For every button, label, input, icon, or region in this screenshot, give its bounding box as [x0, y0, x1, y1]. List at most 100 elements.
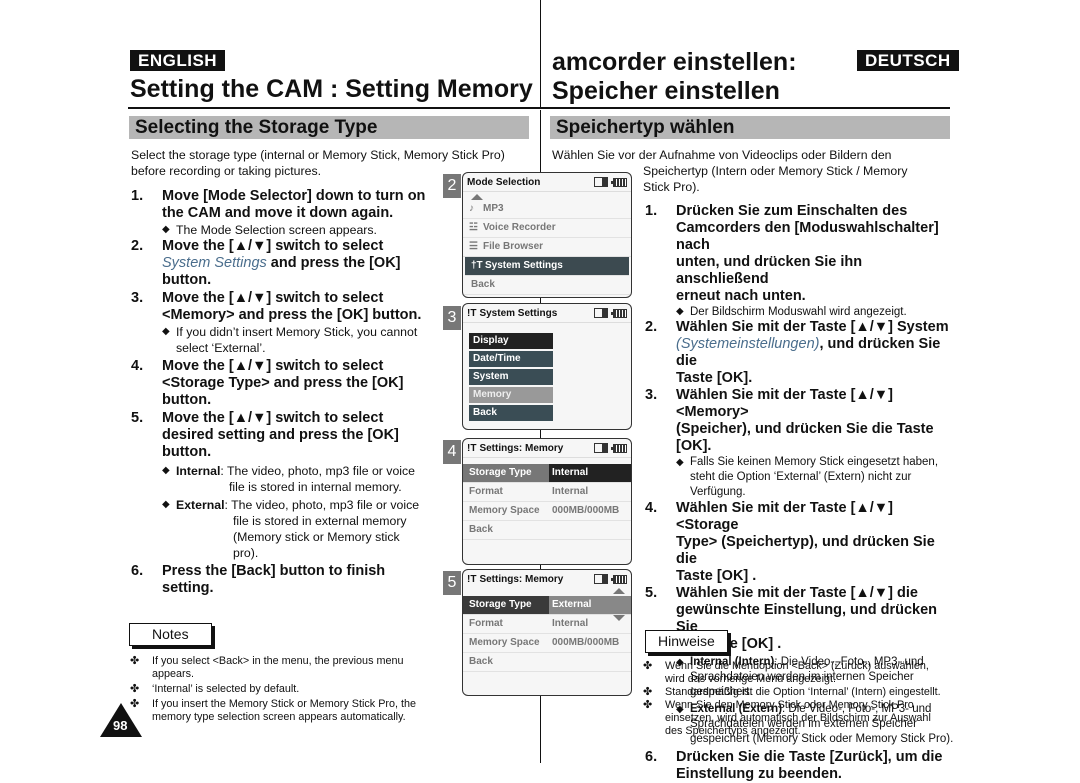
- memory-card-icon: [594, 308, 608, 318]
- system-settings-screen: !T System Settings Display Date/Time Syst…: [462, 303, 632, 430]
- step-4: 4. Move the [▲/▼] switch to select <Storag…: [131, 358, 441, 409]
- menu-label: File Browser: [483, 241, 544, 252]
- menu-term: System Settings: [162, 255, 267, 271]
- notes-label: Notes: [129, 623, 212, 646]
- step-number: 3.: [131, 290, 144, 306]
- step-number: 2.: [645, 319, 658, 335]
- diamond-bullet-icon: ◆: [676, 306, 684, 317]
- header-rule: [128, 107, 950, 109]
- notes-english: ✤ If you select <Back> in the menu, the p…: [130, 655, 440, 724]
- diamond-bullet-icon: ◆: [676, 457, 684, 468]
- memory-settings-screen-internal: !T Settings: Memory Storage Type Internal …: [462, 438, 632, 565]
- note-text: Wenn Sie den Memory Stick oder Memory St…: [665, 699, 914, 711]
- setting-value: 000MB/000MB: [552, 505, 620, 516]
- page-title-english: Setting the CAM : Setting Memory: [130, 75, 533, 103]
- setting-key: Back: [469, 656, 493, 667]
- music-note-icon: ♪: [469, 203, 474, 214]
- memory-card-icon: [594, 574, 608, 584]
- section-heading-english: Selecting the Storage Type: [129, 116, 529, 139]
- step-text: unten, und drücken Sie ihn anschließend: [676, 254, 863, 287]
- step-text: Move [Mode Selector] down to turn on: [162, 188, 426, 204]
- step-2: 2. Move the [▲/▼] switch to select System …: [131, 238, 441, 289]
- note-text: The Mode Selection screen appears.: [176, 223, 377, 237]
- step-text: Camcorders den [Moduswahlschalter] nach: [676, 220, 939, 253]
- clover-bullet-icon: ✤: [130, 655, 140, 667]
- battery-icon: [611, 308, 627, 318]
- setting-format[interactable]: Format Internal: [463, 483, 631, 502]
- german-language-tag: DEUTSCH: [857, 50, 959, 71]
- setting-key: Format: [469, 486, 503, 497]
- setting-memory-space[interactable]: Memory Space 000MB/000MB: [463, 634, 631, 653]
- battery-icon: [611, 443, 627, 453]
- up-arrow-icon[interactable]: [613, 588, 625, 594]
- setting-storage-type[interactable]: Storage Type External: [463, 596, 631, 615]
- menu-item-back[interactable]: Back: [469, 405, 553, 421]
- tools-icon: !T: [467, 442, 477, 454]
- menu-item-voice-recorder[interactable]: ☳ Voice Recorder: [463, 219, 631, 238]
- step-number: 4.: [645, 500, 658, 516]
- step-number: 4.: [131, 358, 144, 374]
- setting-value: Internal: [552, 618, 589, 629]
- step-number: 6.: [131, 563, 144, 579]
- step-text: Press the [Back] button to finish: [162, 563, 386, 579]
- setting-memory-space[interactable]: Memory Space 000MB/000MB: [463, 502, 631, 521]
- setting-key: Memory Space: [469, 505, 540, 516]
- step-text: (Speicher), und drücken Sie die Taste [O…: [676, 421, 934, 454]
- diamond-bullet-icon: ◆: [162, 499, 170, 510]
- menu-item-system-settings[interactable]: †T System Settings: [465, 257, 629, 276]
- step-text: button.: [162, 392, 212, 408]
- step-text: Move the [▲/▼] switch to select: [162, 358, 384, 374]
- menu-item-memory[interactable]: Memory: [469, 387, 553, 403]
- menu-item-date-time[interactable]: Date/Time: [469, 351, 553, 367]
- screen-step-number: 4: [443, 440, 461, 464]
- section-heading-german: Speichertyp wählen: [550, 116, 950, 139]
- note-text: select ‘External’.: [176, 341, 266, 355]
- note-text: file is stored in external memory: [233, 514, 407, 528]
- battery-icon: [611, 574, 627, 584]
- setting-value: 000MB/000MB: [552, 637, 620, 648]
- step-number: 3.: [645, 387, 658, 403]
- step-text: Einstellung zu beenden.: [676, 766, 842, 782]
- note-text: ‘Internal’ is selected by default.: [152, 683, 300, 695]
- note-text: appears.: [152, 668, 195, 680]
- diamond-bullet-icon: ◆: [162, 224, 170, 235]
- screen-step-number: 5: [443, 571, 461, 595]
- menu-term: (Systemeinstellungen): [676, 336, 820, 352]
- down-arrow-icon[interactable]: [613, 615, 625, 621]
- menu-item-display[interactable]: Display: [469, 333, 553, 349]
- note-item: ✤ If you insert the Memory Stick or Memor…: [130, 698, 440, 724]
- menu-item-back[interactable]: Back: [463, 276, 631, 295]
- tools-icon: †T: [471, 260, 483, 271]
- clover-bullet-icon: ✤: [643, 660, 653, 672]
- tools-icon: !T: [467, 573, 477, 585]
- step-text: desired setting and press the [OK]: [162, 427, 399, 443]
- intro-german: Wählen Sie vor der Aufnahme von Videocli…: [552, 147, 952, 195]
- setting-back[interactable]: Back: [463, 653, 631, 672]
- hinweise-label: Hinweise: [645, 630, 728, 653]
- note-text: memory type selection screen appears aut…: [152, 711, 406, 723]
- clover-bullet-icon: ✤: [643, 686, 653, 698]
- setting-format[interactable]: Format Internal: [463, 615, 631, 634]
- menu-item-file-browser[interactable]: ☰ File Browser: [463, 238, 631, 257]
- intro-line: Wählen Sie vor der Aufnahme von Videocli…: [552, 148, 892, 162]
- step-number: 1.: [131, 188, 144, 204]
- microphone-icon: ☳: [469, 222, 478, 233]
- note-text: einsetzen, wird automatisch der Bildschi…: [665, 712, 931, 724]
- menu-item-system[interactable]: System: [469, 369, 553, 385]
- step-text: setting.: [162, 580, 214, 596]
- note-text: If you didn’t insert Memory Stick, you c…: [176, 325, 418, 339]
- step-6: 6. Press the [Back] button to finish setti…: [131, 563, 441, 597]
- note-item: ✤ Wenn Sie den Memory Stick oder Memory S…: [643, 699, 963, 738]
- step-number: 5.: [131, 410, 144, 426]
- setting-storage-type[interactable]: Storage Type Internal: [463, 464, 631, 483]
- memory-card-icon: [594, 443, 608, 453]
- setting-back[interactable]: Back: [463, 521, 631, 540]
- setting-key: Back: [469, 524, 493, 535]
- step-1-note: ◆ Der Bildschirm Moduswahl wird angezeigt…: [645, 305, 955, 319]
- step-text: <Memory> and press the [OK] button.: [162, 307, 422, 323]
- setting-value: Internal: [549, 464, 631, 482]
- screen-step-number: 3: [443, 306, 461, 330]
- intro-line: Select the storage type (internal or Mem…: [131, 148, 505, 162]
- step-text: Type> (Speichertyp), und drücken Sie die: [676, 534, 935, 567]
- menu-item-mp3[interactable]: ♪ MP3: [463, 200, 631, 219]
